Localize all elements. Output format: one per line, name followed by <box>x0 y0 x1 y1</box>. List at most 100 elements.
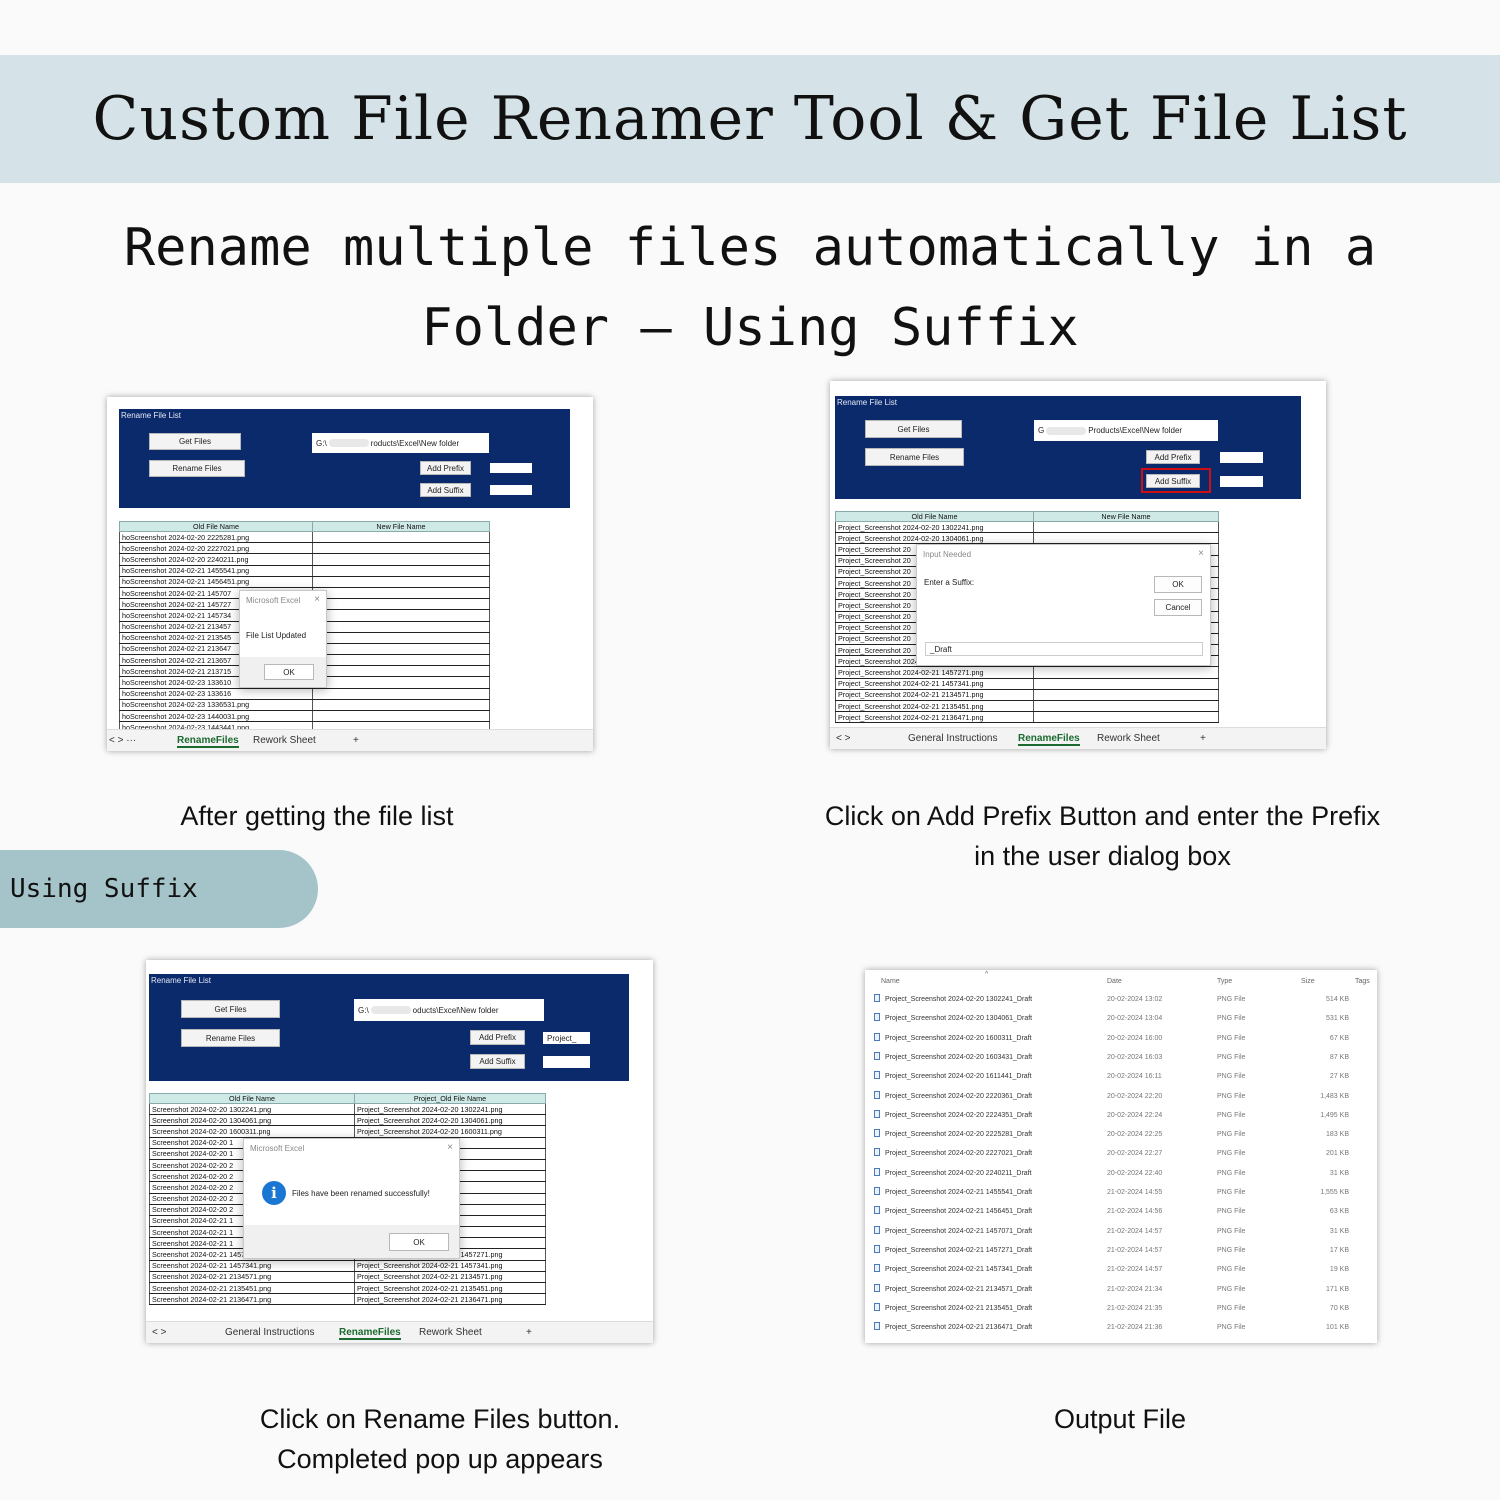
old-file-name-cell[interactable]: Screenshot 2024-02-21 2134571.png <box>149 1271 355 1284</box>
new-file-name-cell[interactable] <box>1033 711 1219 724</box>
old-file-name-cell[interactable]: Screenshot 2024-02-20 1302241.png <box>149 1103 355 1116</box>
col-name[interactable]: Name <box>881 978 900 985</box>
old-file-name-cell[interactable]: hoScreenshot 2024-02-21 1456451.png <box>119 576 313 588</box>
col-tags[interactable]: Tags <box>1355 978 1370 985</box>
new-file-name-cell[interactable] <box>312 542 490 555</box>
file-row[interactable]: Project_Screenshot 2024-02-21 1455541_Dr… <box>865 1183 1377 1202</box>
tab-renamefiles[interactable]: RenameFiles <box>339 1327 401 1340</box>
old-file-name-cell[interactable]: hoScreenshot 2024-02-23 1440031.png <box>119 710 313 723</box>
new-file-name-cell[interactable]: Project_Screenshot 2024-02-21 2136471.pn… <box>354 1293 546 1306</box>
add-prefix-button[interactable]: Add Prefix <box>470 1030 525 1045</box>
new-file-name-cell[interactable] <box>312 632 490 644</box>
old-file-name-cell[interactable]: Project_Screenshot 2024-02-21 1457341.pn… <box>835 678 1034 690</box>
old-file-name-cell[interactable]: Project_Screenshot 2024-02-21 2136471.pn… <box>835 711 1034 724</box>
old-file-name-cell[interactable]: hoScreenshot 2024-02-21 1455541.png <box>119 565 313 577</box>
prefix-input[interactable] <box>490 463 532 473</box>
old-file-name-cell[interactable]: Project_Screenshot 2024-02-20 1302241.pn… <box>835 521 1034 534</box>
col-size[interactable]: Size <box>1301 978 1315 985</box>
close-icon[interactable]: × <box>447 1142 453 1153</box>
get-files-button[interactable]: Get Files <box>149 433 241 450</box>
prefix-input[interactable]: Project_ <box>543 1032 590 1044</box>
file-row[interactable]: Project_Screenshot 2024-02-20 1611441_Dr… <box>865 1067 1377 1086</box>
file-row[interactable]: Project_Screenshot 2024-02-20 2224351_Dr… <box>865 1106 1377 1125</box>
rename-files-button[interactable]: Rename Files <box>865 448 964 466</box>
file-row[interactable]: Project_Screenshot 2024-02-20 1603431_Dr… <box>865 1048 1377 1067</box>
tab-rework-sheet[interactable]: Rework Sheet <box>419 1327 482 1338</box>
suffix-input[interactable] <box>1220 476 1263 487</box>
new-file-name-cell[interactable] <box>1033 689 1219 702</box>
file-row[interactable]: Project_Screenshot 2024-02-21 2134571_Dr… <box>865 1280 1377 1299</box>
get-files-button[interactable]: Get Files <box>865 420 962 438</box>
new-file-name-cell[interactable] <box>1033 700 1219 713</box>
sheet-nav[interactable]: < > ··· <box>109 735 136 746</box>
tab-rework-sheet[interactable]: Rework Sheet <box>253 735 316 746</box>
new-file-name-cell[interactable] <box>312 654 490 667</box>
old-file-name-cell[interactable]: Screenshot 2024-02-21 2135451.png <box>149 1282 355 1295</box>
add-sheet-icon[interactable]: + <box>526 1327 532 1338</box>
cancel-button[interactable]: Cancel <box>1154 599 1202 616</box>
old-file-name-cell[interactable]: Project_Screenshot 2024-02-20 1304061.pn… <box>835 532 1034 545</box>
old-file-name-cell[interactable]: hoScreenshot 2024-02-20 2240211.png <box>119 553 313 566</box>
close-icon[interactable]: × <box>314 594 320 605</box>
new-file-name-cell[interactable] <box>312 609 490 622</box>
new-file-name-cell[interactable] <box>312 676 490 689</box>
close-icon[interactable]: × <box>1198 548 1204 559</box>
file-row[interactable]: Project_Screenshot 2024-02-21 1456451_Dr… <box>865 1202 1377 1221</box>
new-file-name-cell[interactable] <box>312 587 490 600</box>
file-row[interactable]: Project_Screenshot 2024-02-20 2225281_Dr… <box>865 1125 1377 1144</box>
file-row[interactable]: Project_Screenshot 2024-02-21 1457271_Dr… <box>865 1241 1377 1260</box>
new-file-name-cell[interactable]: Project_Screenshot 2024-02-20 1600311.pn… <box>354 1125 546 1138</box>
new-file-name-cell[interactable] <box>312 643 490 656</box>
tab-general-instructions[interactable]: General Instructions <box>908 733 998 744</box>
old-file-name-cell[interactable]: hoScreenshot 2024-02-20 2225281.png <box>119 531 313 544</box>
file-row[interactable]: Project_Screenshot 2024-02-20 1302241_Dr… <box>865 990 1377 1009</box>
old-file-name-cell[interactable]: Screenshot 2024-02-21 1457341.png <box>149 1260 355 1272</box>
new-file-name-cell[interactable] <box>1033 678 1219 690</box>
add-sheet-icon[interactable]: + <box>353 735 359 746</box>
folder-path-field[interactable]: G:\ oducts\Excel\New folder <box>354 999 544 1021</box>
old-file-name-cell[interactable]: hoScreenshot 2024-02-23 1336531.png <box>119 699 313 712</box>
add-suffix-button[interactable]: Add Suffix <box>470 1054 525 1069</box>
file-row[interactable]: Project_Screenshot 2024-02-21 1457341_Dr… <box>865 1260 1377 1279</box>
new-file-name-cell[interactable]: Project_Screenshot 2024-02-21 1457341.pn… <box>354 1260 546 1272</box>
new-file-name-cell[interactable] <box>312 531 490 544</box>
add-prefix-button[interactable]: Add Prefix <box>420 461 471 475</box>
file-row[interactable]: Project_Screenshot 2024-02-20 2240211_Dr… <box>865 1164 1377 1183</box>
old-file-name-cell[interactable]: Project_Screenshot 2024-02-21 1457271.pn… <box>835 666 1034 679</box>
file-row[interactable]: Project_Screenshot 2024-02-20 1600311_Dr… <box>865 1029 1377 1048</box>
tab-general-instructions[interactable]: General Instructions <box>225 1327 315 1338</box>
ok-button[interactable]: OK <box>264 664 314 680</box>
old-file-name-cell[interactable]: Screenshot 2024-02-20 1600311.png <box>149 1125 355 1138</box>
file-row[interactable]: Project_Screenshot 2024-02-20 2220361_Dr… <box>865 1087 1377 1106</box>
file-row[interactable]: Project_Screenshot 2024-02-20 2227021_Dr… <box>865 1144 1377 1163</box>
old-file-name-cell[interactable]: hoScreenshot 2024-02-23 133616 <box>119 688 313 700</box>
old-file-name-cell[interactable]: Screenshot 2024-02-20 1304061.png <box>149 1114 355 1127</box>
new-file-name-cell[interactable]: Project_Screenshot 2024-02-20 1302241.pn… <box>354 1103 546 1116</box>
col-date[interactable]: Date <box>1107 978 1122 985</box>
file-row[interactable]: Project_Screenshot 2024-02-21 1457071_Dr… <box>865 1222 1377 1241</box>
file-row[interactable]: Project_Screenshot 2024-02-20 1304061_Dr… <box>865 1009 1377 1028</box>
old-file-name-cell[interactable]: Project_Screenshot 2024-02-21 2134571.pn… <box>835 689 1034 702</box>
new-file-name-cell[interactable]: Project_Screenshot 2024-02-21 2134571.pn… <box>354 1271 546 1284</box>
new-file-name-cell[interactable] <box>312 598 490 611</box>
tab-rework-sheet[interactable]: Rework Sheet <box>1097 733 1160 744</box>
file-row[interactable]: Project_Screenshot 2024-02-21 2135451_Dr… <box>865 1299 1377 1318</box>
col-type[interactable]: Type <box>1217 978 1232 985</box>
add-sheet-icon[interactable]: + <box>1200 733 1206 744</box>
new-file-name-cell[interactable] <box>312 699 490 712</box>
rename-files-button[interactable]: Rename Files <box>149 460 245 477</box>
suffix-input[interactable] <box>490 485 532 495</box>
add-suffix-button[interactable]: Add Suffix <box>420 483 471 497</box>
new-file-name-cell[interactable] <box>312 665 490 678</box>
new-file-name-cell[interactable] <box>1033 521 1219 534</box>
old-file-name-cell[interactable]: Screenshot 2024-02-21 2136471.png <box>149 1293 355 1306</box>
add-prefix-button[interactable]: Add Prefix <box>1146 450 1200 464</box>
new-file-name-cell[interactable]: Project_Screenshot 2024-02-21 2135451.pn… <box>354 1282 546 1295</box>
new-file-name-cell[interactable]: Project_Screenshot 2024-02-20 1304061.pn… <box>354 1114 546 1127</box>
file-row[interactable]: Project_Screenshot 2024-02-21 2136471_Dr… <box>865 1318 1377 1337</box>
folder-path-field[interactable]: G Products\Excel\New folder <box>1034 420 1218 441</box>
sheet-nav[interactable]: < > <box>836 733 850 744</box>
rename-files-button[interactable]: Rename Files <box>181 1029 280 1047</box>
sheet-nav[interactable]: < > <box>152 1327 166 1338</box>
tab-renamefiles[interactable]: RenameFiles <box>1018 733 1080 746</box>
